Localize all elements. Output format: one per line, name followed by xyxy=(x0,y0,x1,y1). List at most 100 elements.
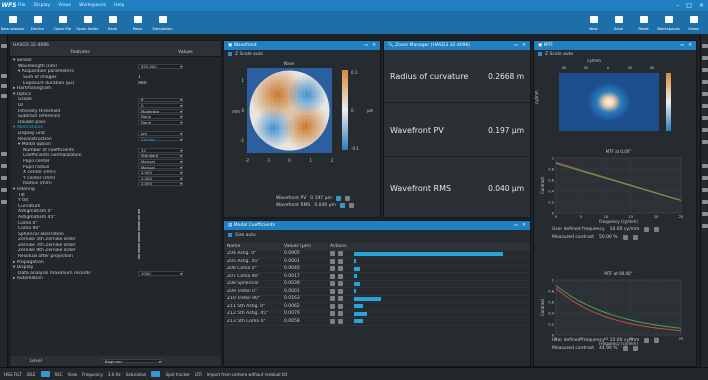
save-button[interactable]: Save xyxy=(100,11,125,34)
pin-value-icon[interactable] xyxy=(338,311,343,317)
zoom-icon[interactable] xyxy=(330,273,335,279)
settings-row[interactable]: Wavelength (nm) 555.000 ▾ xyxy=(13,64,218,70)
menu-display[interactable]: Display xyxy=(34,3,51,8)
pin-value-icon[interactable] xyxy=(654,227,660,232)
dock-icon[interactable] xyxy=(1,44,7,48)
settings-row[interactable]: Double pass None ▾ xyxy=(13,120,218,126)
tool-icon[interactable] xyxy=(702,200,708,204)
setting-select[interactable]: µm ▾ xyxy=(138,131,183,136)
table-row[interactable]: Z12 5th Astig. 45° 0.0076 xyxy=(224,311,530,318)
settings-row[interactable]: Sum of images 1 xyxy=(13,75,218,81)
zoom-icon[interactable] xyxy=(330,281,335,287)
tool-icon[interactable] xyxy=(702,176,708,180)
settings-row[interactable]: Number of coefficients 32 ▾ xyxy=(13,148,218,154)
menu-help[interactable]: Help xyxy=(114,3,124,8)
table-row[interactable]: Z06 Coma 0° 0.0040 xyxy=(224,266,530,273)
table-row[interactable]: Z08 Spherical 0.0039 xyxy=(224,281,530,288)
setting-select[interactable]: Manual ▾ xyxy=(138,164,183,170)
new-button[interactable]: New xyxy=(581,11,606,34)
open-folder-button[interactable]: Open folder xyxy=(75,11,100,34)
status-toggle[interactable] xyxy=(151,371,161,377)
fast-forward-icon[interactable] xyxy=(1,200,7,204)
level-select[interactable]: Beginner ▾ xyxy=(101,359,162,364)
settings-row[interactable]: Coefficients normalization Standard ▾ xyxy=(13,153,218,159)
setting-checkbox[interactable] xyxy=(138,254,140,260)
maximize-icon[interactable]: □ xyxy=(686,2,692,9)
save-button[interactable]: Save xyxy=(606,11,631,34)
zoom-icon[interactable] xyxy=(330,251,335,257)
pin-value-icon[interactable] xyxy=(348,203,354,208)
settings-row[interactable]: Exposure duration (µs) 980 xyxy=(13,80,218,86)
close-icon[interactable]: ✕ xyxy=(688,43,692,48)
tool-icon[interactable] xyxy=(702,44,708,48)
status-toggle[interactable] xyxy=(40,371,50,377)
pin-value-icon[interactable] xyxy=(654,338,660,343)
tool-icon[interactable] xyxy=(702,128,708,132)
home-icon[interactable] xyxy=(1,74,7,78)
close-icon[interactable]: ✕ xyxy=(372,43,376,48)
settings-row[interactable]: Zernike 9th Zernike order xyxy=(13,248,218,254)
record-icon[interactable] xyxy=(1,152,7,156)
play-icon[interactable] xyxy=(1,164,7,168)
tool-icon[interactable] xyxy=(702,224,708,228)
setting-select[interactable]: Zernike ▾ xyxy=(138,136,183,142)
tool-icon[interactable] xyxy=(702,80,708,84)
zoom-icon[interactable] xyxy=(622,235,628,240)
pin-icon[interactable]: ▭ xyxy=(680,43,684,48)
settings-row[interactable]: Zernike 7th Zernike order xyxy=(13,242,218,249)
setting-checkbox[interactable] xyxy=(138,237,140,243)
zoom-icon[interactable] xyxy=(335,196,341,201)
pin-value-icon[interactable] xyxy=(338,258,343,264)
pin-value-icon[interactable] xyxy=(338,288,343,294)
tool-icon[interactable] xyxy=(702,56,708,60)
setting-checkbox[interactable] xyxy=(138,209,140,215)
setting-checkbox[interactable] xyxy=(138,248,140,254)
zoom-icon[interactable] xyxy=(644,338,650,343)
zoom-icon[interactable] xyxy=(644,227,650,232)
pin-value-icon[interactable] xyxy=(338,318,343,324)
settings-row[interactable]: Data analysis maximum records 1000 ▾ xyxy=(13,271,218,277)
settings-row[interactable]: Astigmatism 0° xyxy=(13,209,218,215)
tool-icon[interactable] xyxy=(702,104,708,108)
workspaces-button[interactable]: Workspaces xyxy=(656,11,681,34)
setting-select[interactable]: Manual ▾ xyxy=(138,159,183,164)
close-icon[interactable]: ✕ xyxy=(522,43,526,48)
device-button[interactable]: Device xyxy=(25,11,50,34)
zoom-icon[interactable] xyxy=(330,258,335,264)
setting-select[interactable]: None ▾ xyxy=(138,114,183,120)
pin-value-icon[interactable] xyxy=(338,303,343,309)
settings-row[interactable]: Pupil radius Manual ▾ xyxy=(13,164,218,170)
pin-icon[interactable]: ▭ xyxy=(364,43,368,48)
settings-row[interactable]: Astigmatism 45° xyxy=(13,214,218,221)
setting-select[interactable]: 2.000 ▾ xyxy=(138,181,183,187)
settings-row[interactable]: Zernike 5th Zernike order xyxy=(13,237,218,243)
tool-icon[interactable] xyxy=(702,140,708,144)
setting-select[interactable]: Standard ▾ xyxy=(138,153,183,159)
settings-row[interactable]: Display unit µm ▾ xyxy=(13,131,218,137)
zoom-icon[interactable] xyxy=(339,203,345,208)
menu-workspaces[interactable]: Workspaces xyxy=(79,3,106,8)
pin-value-icon[interactable] xyxy=(632,235,638,240)
simulation-button[interactable]: Simulation xyxy=(150,11,175,34)
zoom-icon[interactable] xyxy=(330,296,335,302)
setting-checkbox[interactable] xyxy=(138,214,140,220)
table-row[interactable]: Z13 5th Coma 0° 0.0058 xyxy=(224,318,530,326)
menu-views[interactable]: Views xyxy=(58,3,71,8)
table-row[interactable]: Z09 Trefoil 0° 0.0001 xyxy=(224,288,530,296)
setting-checkbox[interactable] xyxy=(138,226,140,232)
menu-file[interactable]: File xyxy=(18,3,26,8)
table-row[interactable]: Z04 Astig. 0° 0.0905 xyxy=(224,251,530,258)
views-button[interactable]: Views xyxy=(681,11,706,34)
tool-icon[interactable] xyxy=(702,188,708,192)
stop-icon[interactable] xyxy=(1,176,7,180)
setting-checkbox[interactable] xyxy=(138,220,140,226)
pin-value-icon[interactable] xyxy=(632,346,638,351)
step-icon[interactable] xyxy=(1,188,7,192)
pin-value-icon[interactable] xyxy=(344,196,350,201)
settings-row[interactable]: Subtract reference None ▾ xyxy=(13,114,218,120)
table-row[interactable]: Z07 Coma 90° 0.0017 xyxy=(224,273,530,281)
settings-row[interactable]: Radius (mm) 2.000 ▾ xyxy=(13,181,218,187)
pin-value-icon[interactable] xyxy=(338,266,343,272)
settings-row[interactable]: Spherical aberration xyxy=(13,231,218,237)
settings-row[interactable]: Residual after projection xyxy=(13,254,218,260)
